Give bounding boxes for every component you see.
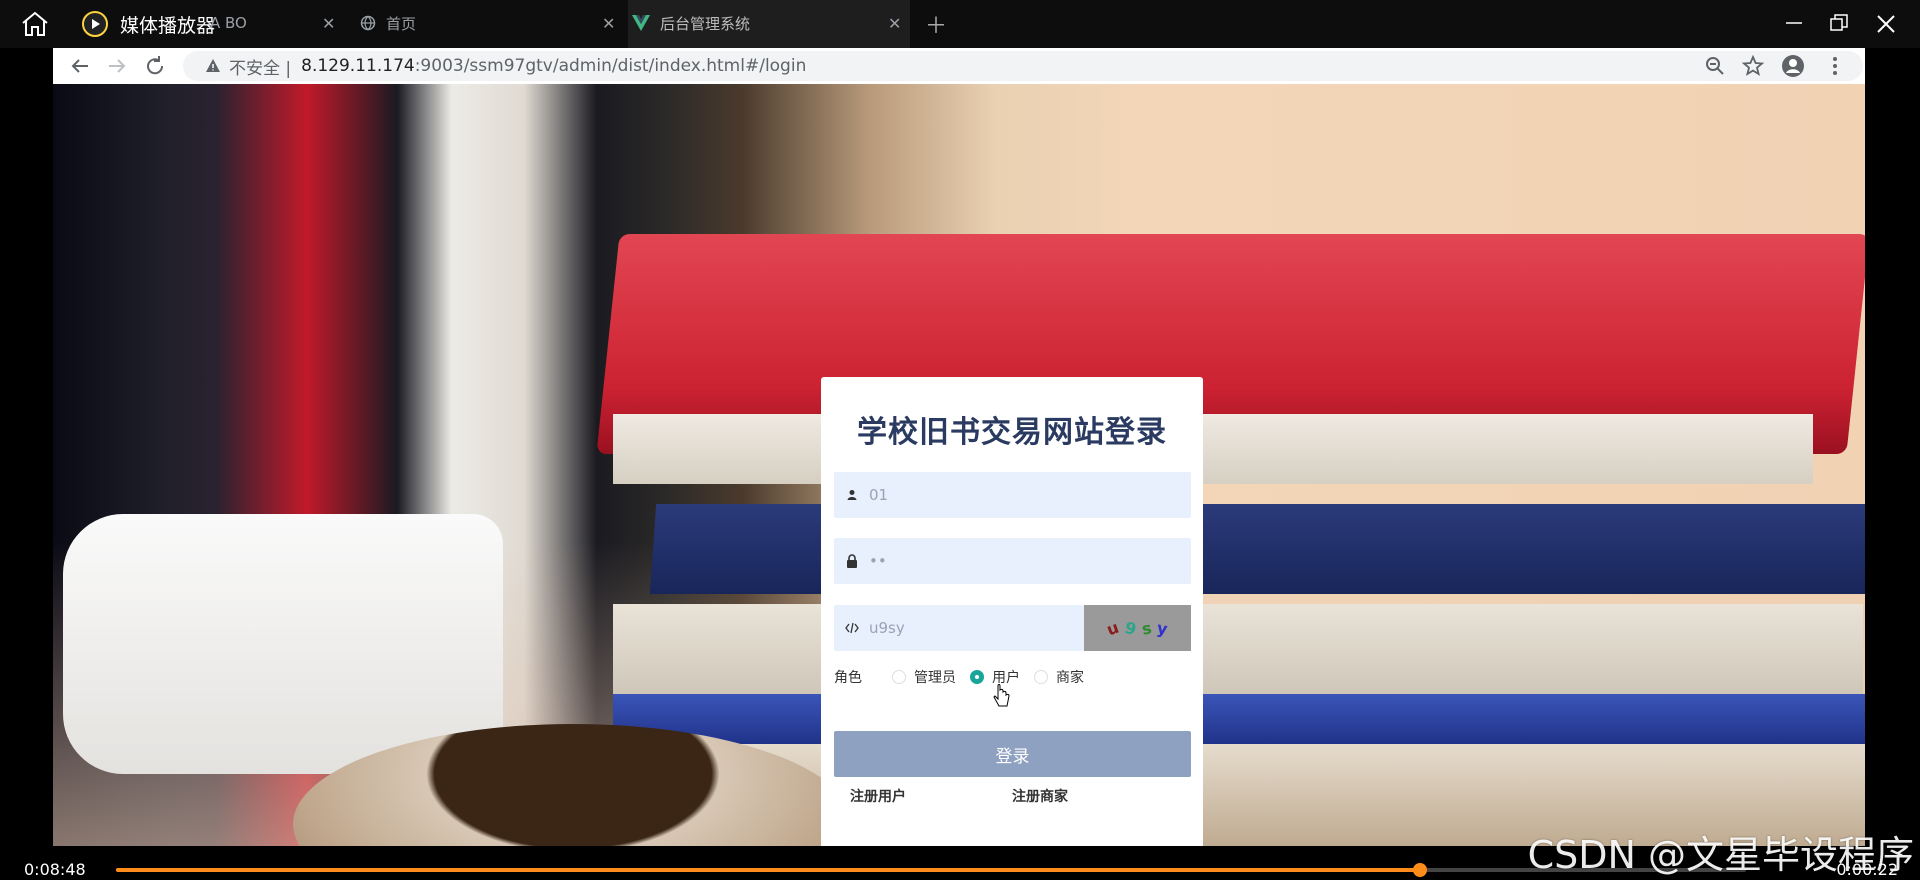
player-title-group: 媒体播放器 bbox=[82, 8, 215, 40]
progress-bar[interactable] bbox=[116, 863, 1746, 877]
browser-toolbar: 不安全 | 8.129.11.174:9003/ssm97gtv/admin/d… bbox=[53, 48, 1865, 84]
new-tab-button[interactable]: ＋ bbox=[925, 8, 947, 40]
tab-admin[interactable]: 后台管理系统 ✕ bbox=[632, 6, 910, 40]
url-text: 8.129.11.174:9003/ssm97gtv/admin/dist/in… bbox=[301, 56, 807, 76]
profile-avatar-icon[interactable] bbox=[1781, 54, 1805, 78]
user-icon bbox=[847, 490, 857, 500]
password-value: •• bbox=[869, 552, 887, 570]
zoom-icon[interactable] bbox=[1703, 54, 1727, 78]
captcha-char: 9 bbox=[1122, 617, 1139, 639]
password-field[interactable]: •• bbox=[834, 538, 1191, 584]
tab-home[interactable]: 首页 ✕ bbox=[360, 6, 620, 40]
tab-label: 后台管理系统 bbox=[660, 14, 751, 33]
tab-close-icon[interactable]: ✕ bbox=[888, 14, 901, 33]
tab-close-icon[interactable]: ✕ bbox=[322, 14, 335, 33]
captcha-image[interactable]: u 9 s y bbox=[1084, 605, 1191, 651]
home-icon[interactable] bbox=[20, 10, 50, 38]
reload-icon[interactable] bbox=[143, 54, 167, 78]
username-field[interactable]: 01 bbox=[834, 472, 1191, 518]
captcha-char: u bbox=[1104, 617, 1122, 639]
role-admin-radio[interactable] bbox=[892, 670, 906, 684]
page-background: 学校旧书交易网站登录 01 •• u9sy u 9 s y 角色 管理员 用户 … bbox=[53, 84, 1865, 846]
more-menu-icon[interactable] bbox=[1823, 54, 1847, 78]
background-paper-roll bbox=[63, 514, 503, 774]
background-book-blue bbox=[613, 694, 1865, 744]
captcha-char: s bbox=[1140, 617, 1153, 639]
time-elapsed: 0:08:48 bbox=[24, 860, 86, 879]
tab-label: A BO bbox=[210, 14, 247, 32]
code-icon bbox=[845, 622, 859, 634]
captcha-input-value: u9sy bbox=[869, 619, 905, 637]
login-title: 学校旧书交易网站登录 bbox=[857, 415, 1167, 450]
bookmark-star-icon[interactable] bbox=[1741, 54, 1765, 78]
progress-knob[interactable] bbox=[1413, 863, 1427, 877]
globe-icon bbox=[360, 15, 376, 31]
role-admin-label[interactable]: 管理员 bbox=[914, 667, 956, 687]
register-merchant-link[interactable]: 注册商家 bbox=[1012, 786, 1068, 806]
progress-fill bbox=[116, 868, 1420, 872]
role-label: 角色 bbox=[834, 670, 862, 686]
watermark: CSDN @文星毕设程序 bbox=[1527, 833, 1914, 877]
minimize-icon[interactable] bbox=[1783, 12, 1805, 34]
back-icon[interactable] bbox=[68, 54, 92, 78]
login-button[interactable]: 登录 bbox=[834, 731, 1191, 777]
username-value: 01 bbox=[869, 486, 889, 504]
login-card: 学校旧书交易网站登录 01 •• u9sy u 9 s y 角色 管理员 用户 … bbox=[821, 377, 1203, 846]
vue-logo-icon bbox=[632, 15, 650, 31]
role-user-radio[interactable] bbox=[970, 670, 984, 684]
mouse-cursor-icon bbox=[993, 684, 1010, 707]
warning-icon[interactable] bbox=[205, 58, 221, 74]
forward-icon[interactable] bbox=[105, 54, 129, 78]
player-logo-icon bbox=[82, 11, 108, 37]
tab-1[interactable]: A BO ✕ bbox=[210, 6, 340, 40]
close-icon[interactable] bbox=[1874, 12, 1898, 36]
insecure-label: 不安全 | bbox=[229, 58, 292, 79]
register-user-link[interactable]: 注册用户 bbox=[850, 786, 906, 806]
player-title: 媒体播放器 bbox=[120, 14, 216, 37]
player-top-bar: 媒体播放器 A BO ✕ 首页 ✕ 后台管理系统 ✕ ＋ bbox=[0, 0, 1920, 48]
background-book-pages bbox=[613, 414, 1813, 484]
role-merchant-radio[interactable] bbox=[1034, 670, 1048, 684]
address-bar[interactable]: 不安全 | 8.129.11.174:9003/ssm97gtv/admin/d… bbox=[183, 51, 1863, 81]
tab-close-icon[interactable]: ✕ bbox=[602, 14, 615, 33]
role-merchant-label[interactable]: 商家 bbox=[1056, 667, 1084, 687]
role-selector: 角色 管理员 用户 商家 bbox=[834, 666, 1098, 688]
lock-icon bbox=[847, 554, 857, 568]
restore-icon[interactable] bbox=[1828, 12, 1850, 34]
captcha-input[interactable]: u9sy bbox=[834, 605, 1084, 651]
captcha-char: y bbox=[1155, 617, 1170, 639]
tab-label: 首页 bbox=[386, 14, 417, 33]
